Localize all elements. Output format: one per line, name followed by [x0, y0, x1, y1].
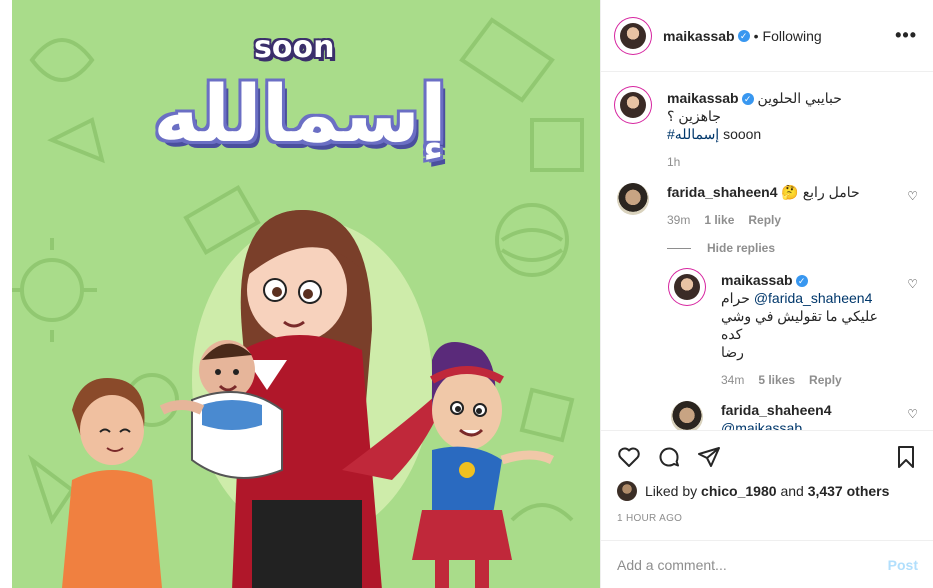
like-heart-icon[interactable]	[617, 445, 641, 469]
hide-replies-button[interactable]: Hide replies	[667, 241, 918, 255]
verified-icon: ✓	[737, 29, 750, 42]
image-title-text: إسمالله	[153, 70, 447, 160]
post-image[interactable]: soon إسمالله	[0, 0, 600, 588]
comment-like-heart-icon[interactable]: ♡	[907, 189, 918, 203]
comment-text: حامل رابع 🤔	[781, 184, 860, 200]
more-options-icon[interactable]: •••	[895, 25, 917, 46]
post-timestamp[interactable]: 1 HOUR AGO	[617, 513, 918, 524]
reply-text-line3: رضا	[721, 344, 744, 360]
reply-item: farida_shaheen4 @maikassab ... ♡	[671, 401, 918, 430]
liked-by-others[interactable]: 3,437 others	[808, 483, 890, 499]
liked-by-user[interactable]: chico_1980	[701, 483, 777, 499]
save-bookmark-icon[interactable]	[894, 445, 918, 469]
liked-by-middle: and	[780, 483, 804, 499]
comment-time[interactable]: 39m	[667, 213, 690, 227]
comments-list[interactable]: maikassab ✓ حبايبي الحلوين جاهزين ؟ #إسما…	[601, 73, 933, 430]
author-avatar[interactable]	[617, 19, 649, 52]
girl-left-figure	[62, 378, 162, 588]
verified-icon: ✓	[795, 275, 808, 288]
reply-username[interactable]: farida_shaheen4	[721, 402, 832, 418]
reply-avatar[interactable]	[671, 401, 703, 430]
author-username[interactable]: maikassab	[663, 28, 735, 44]
caption-username[interactable]: maikassab	[667, 90, 739, 106]
commenter-avatar[interactable]	[617, 183, 649, 215]
reply-username[interactable]: maikassab	[721, 272, 793, 288]
image-soon-text: soon	[254, 30, 335, 65]
image-edge	[0, 0, 12, 588]
commenter-username[interactable]: farida_shaheen4	[667, 184, 778, 200]
caption: maikassab ✓ حبايبي الحلوين جاهزين ؟ #إسما…	[617, 89, 918, 169]
caption-hashtag[interactable]: #إسمالله	[667, 126, 719, 142]
post-header: maikassab ✓ • Following •••	[601, 0, 933, 72]
comment-bubble-icon[interactable]	[657, 445, 681, 469]
reply-text: @maikassab ...	[721, 420, 818, 430]
post-actions: Liked by chico_1980 and 3,437 others 1 H…	[601, 430, 933, 540]
reply-mention[interactable]: @farida_shaheen4	[754, 290, 873, 306]
reply-text-line2: عليكي ما تقوليش في وشي كده	[721, 308, 879, 342]
caption-avatar[interactable]	[617, 89, 649, 121]
post-side-panel: maikassab ✓ • Following ••• maikassab ✓ ح…	[600, 0, 933, 588]
liker-avatar[interactable]	[617, 481, 637, 501]
reply-reply-button[interactable]: Reply	[809, 373, 842, 387]
reply-likes[interactable]: 5 likes	[758, 373, 795, 387]
reply-avatar[interactable]	[671, 271, 703, 303]
hide-replies-line	[667, 247, 691, 249]
add-comment-bar: Post	[601, 540, 933, 588]
caption-time[interactable]: 1h	[667, 155, 680, 169]
post-comment-button[interactable]: Post	[888, 557, 918, 573]
reply-time[interactable]: 34m	[721, 373, 744, 387]
comment-reply-button[interactable]: Reply	[748, 213, 781, 227]
verified-icon: ✓	[741, 93, 754, 106]
reply-like-heart-icon[interactable]: ♡	[907, 407, 918, 421]
comment-item: farida_shaheen4 حامل رابع 🤔 39m 1 like R…	[617, 183, 918, 227]
comment-input[interactable]	[617, 556, 888, 573]
reply-like-heart-icon[interactable]: ♡	[907, 277, 918, 291]
liked-by-prefix: Liked by	[645, 483, 698, 499]
reply-text-prefix: حرام	[721, 290, 750, 306]
liked-by-summary: Liked by chico_1980 and 3,437 others	[617, 481, 918, 501]
following-button[interactable]: Following	[763, 28, 822, 44]
header-separator: •	[753, 27, 759, 44]
share-send-icon[interactable]	[697, 445, 721, 469]
reply-item: maikassab ✓ حرام @farida_shaheen4 عليكي م…	[671, 271, 918, 387]
comment-likes[interactable]: 1 like	[704, 213, 734, 227]
hide-replies-label: Hide replies	[707, 241, 776, 255]
caption-text-line2: sooon	[723, 126, 762, 142]
